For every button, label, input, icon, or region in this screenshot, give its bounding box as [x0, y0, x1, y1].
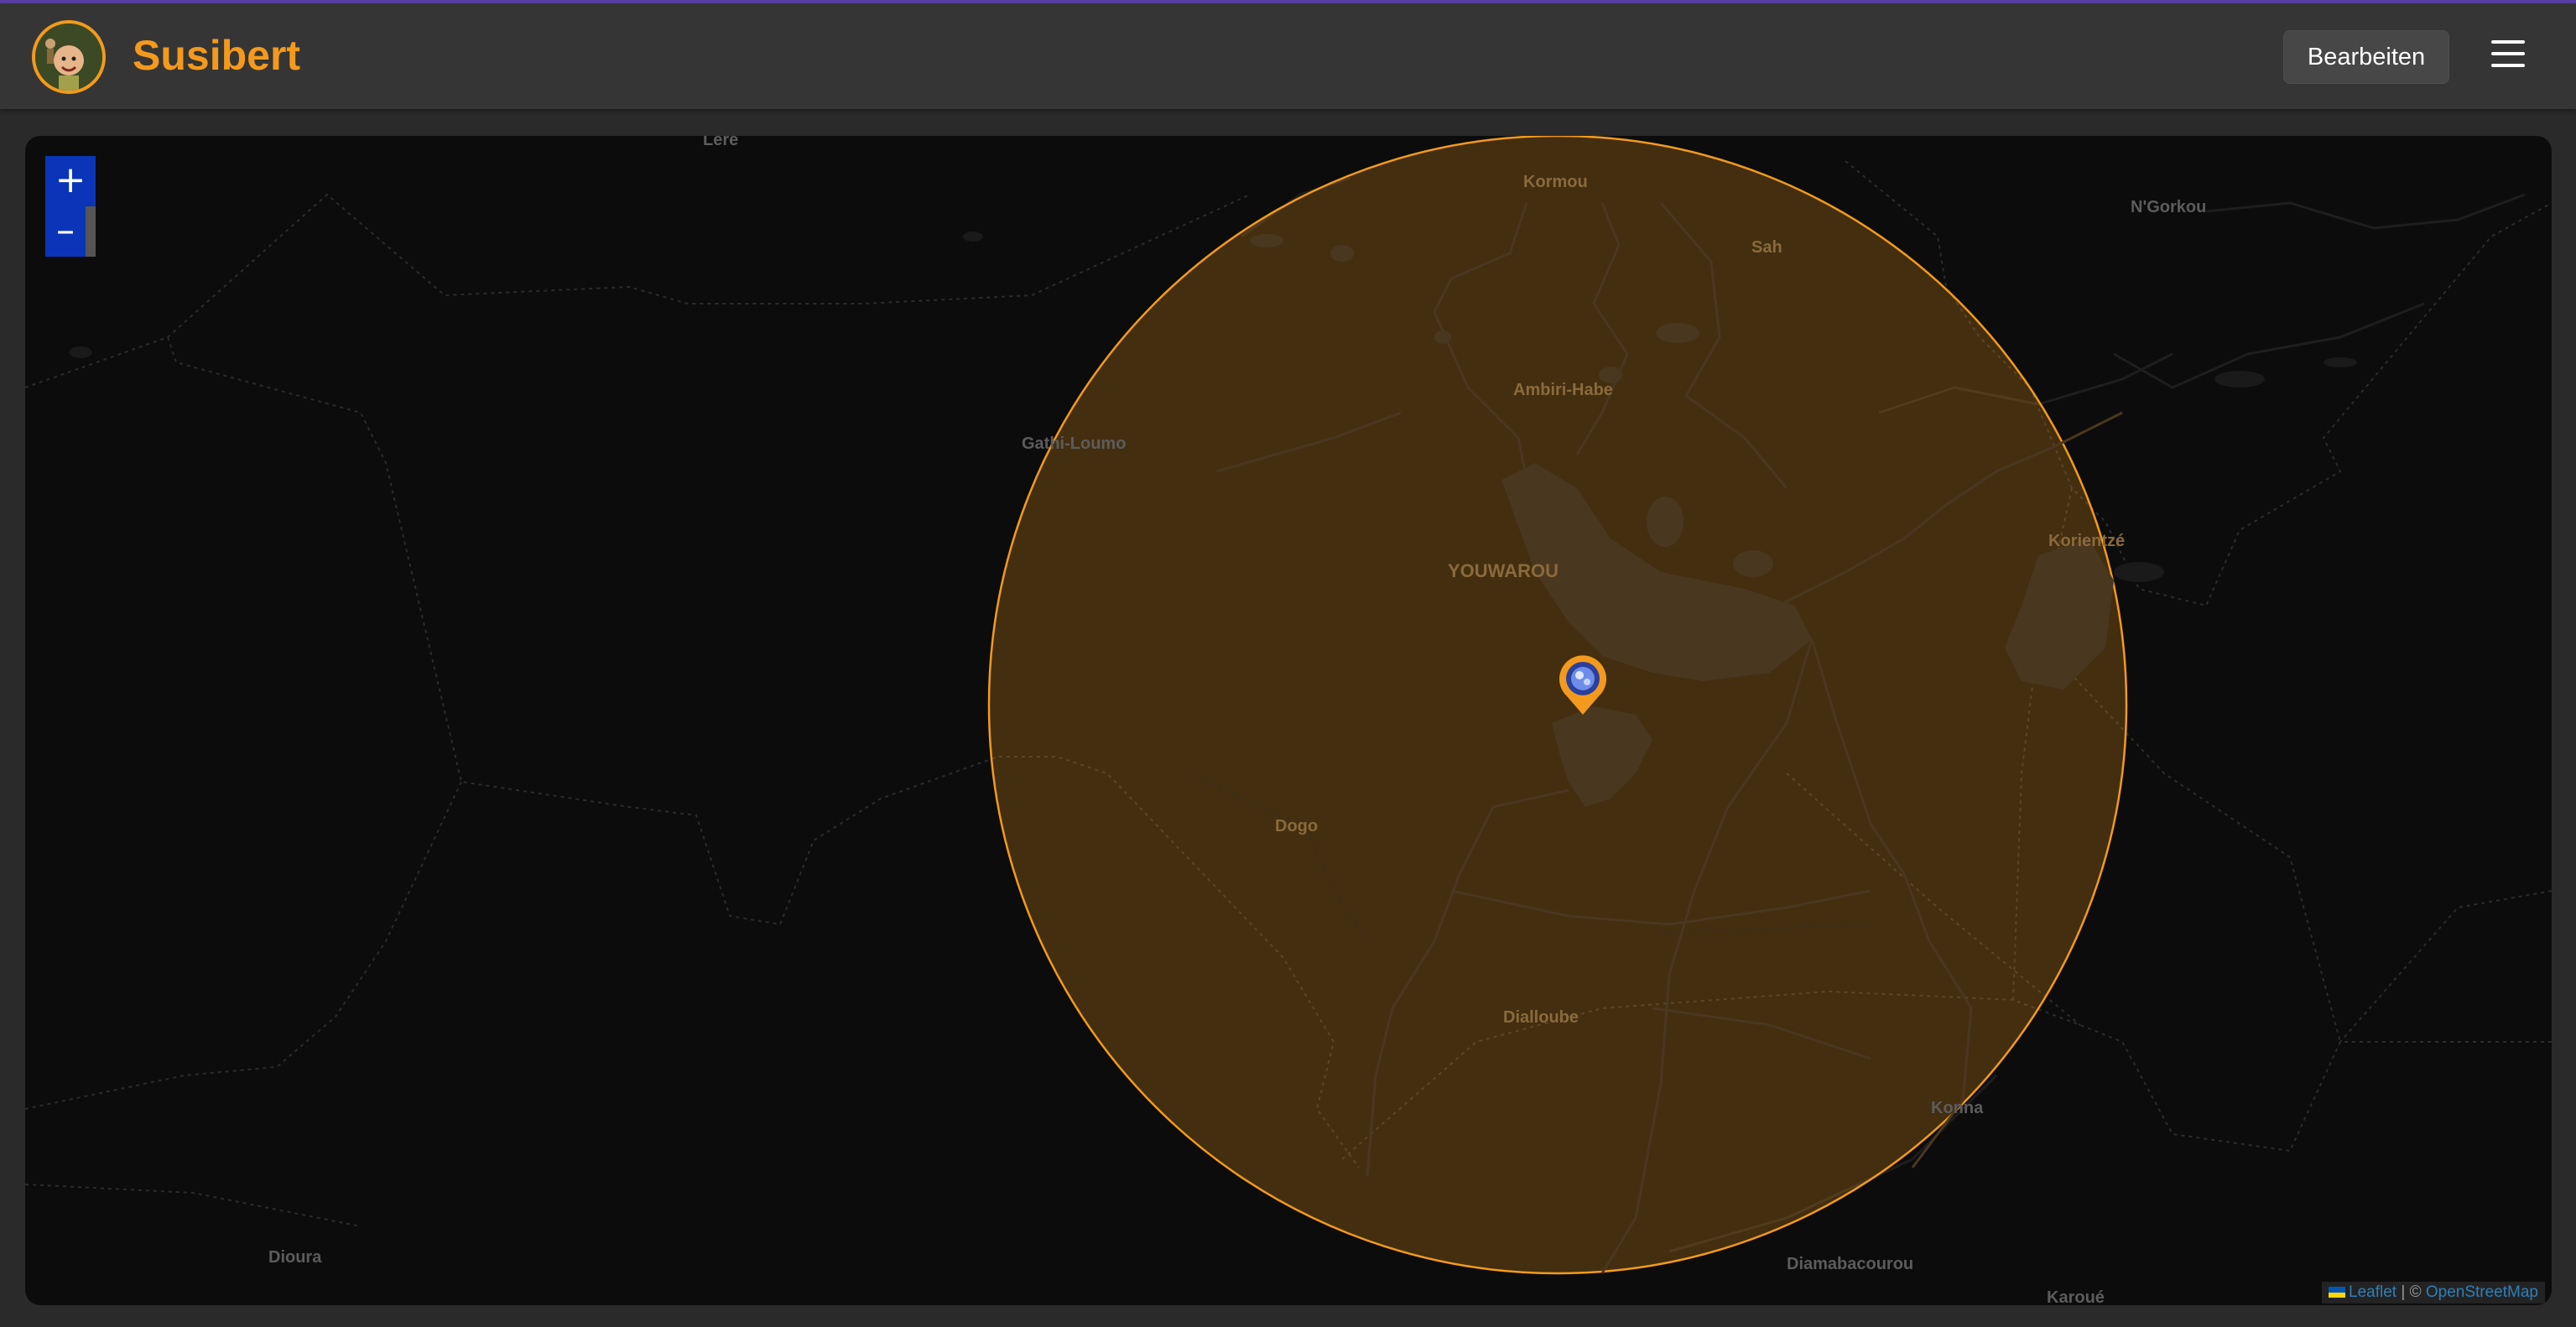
- avatar[interactable]: [32, 20, 106, 94]
- hamburger-menu-icon[interactable]: [2491, 40, 2525, 74]
- place-label-diamabacourou: Diamabacourou: [1787, 1255, 1914, 1273]
- app-header: Susibert Bearbeiten: [0, 3, 2576, 109]
- place-label-youwarou: YOUWAROU: [1448, 560, 1559, 581]
- place-label-dialloube: Dialloube: [1503, 1008, 1579, 1027]
- place-label-ambiri-habe: Ambiri-Habe: [1513, 381, 1613, 399]
- map-tiles: [25, 136, 2552, 1275]
- zoom-in-button[interactable]: +: [45, 156, 96, 206]
- zoom-out-label: –: [45, 206, 86, 257]
- place-label-kormou: Kormou: [1523, 173, 1588, 191]
- place-label-sah: Sah: [1751, 238, 1782, 257]
- place-label-lere: Léré: [703, 136, 739, 149]
- place-label-konna: Konna: [1931, 1099, 1984, 1117]
- ukraine-flag-icon: [2329, 1287, 2346, 1298]
- place-label-dioura: Dioura: [268, 1248, 322, 1267]
- leaflet-link[interactable]: Leaflet: [2349, 1283, 2396, 1301]
- location-pin-icon[interactable]: [1557, 653, 1609, 716]
- place-label-ngorkou: N'Gorkou: [2131, 198, 2207, 216]
- zoom-out-button[interactable]: –: [45, 206, 96, 257]
- zoom-control: + –: [45, 156, 96, 257]
- map-view[interactable]: + – Léré Kormou N'Gorkou Sah Ambiri-Habe…: [25, 136, 2552, 1305]
- place-label-karoue: Karoué: [2047, 1288, 2105, 1305]
- app-title: Susibert: [133, 32, 301, 79]
- map-attribution: Leaflet | © OpenStreetMap: [2322, 1282, 2545, 1304]
- attribution-separator: | ©: [2401, 1283, 2422, 1301]
- place-label-gathi-loumo: Gathi-Loumo: [1022, 435, 1127, 453]
- osm-link[interactable]: OpenStreetMap: [2426, 1283, 2538, 1301]
- edit-button[interactable]: Bearbeiten: [2283, 30, 2449, 84]
- place-label-korientze: Korientzé: [2048, 532, 2126, 550]
- place-label-dogo: Dogo: [1275, 817, 1319, 835]
